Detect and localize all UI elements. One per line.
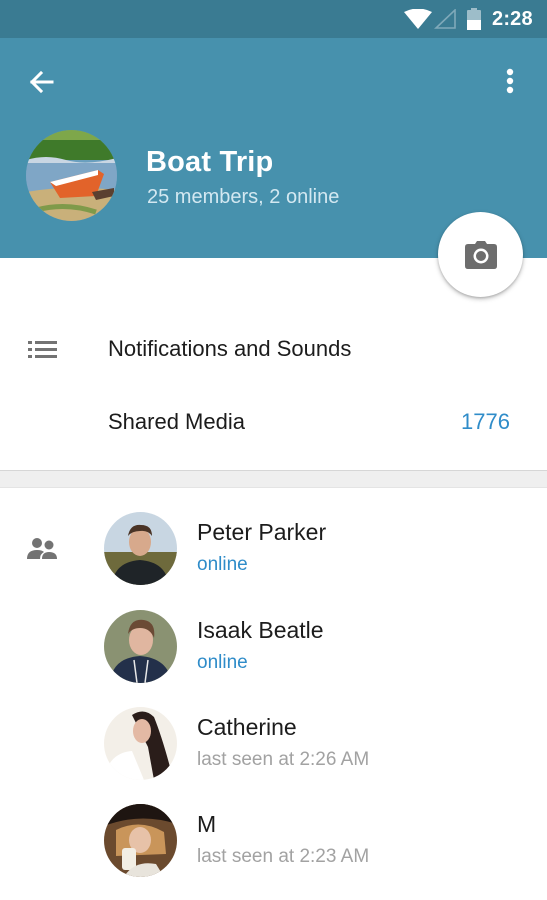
notifications-label: Notifications and Sounds: [108, 336, 352, 361]
camera-icon: [464, 240, 497, 269]
battery-icon: [467, 8, 481, 30]
cell-signal-icon: [434, 9, 456, 29]
member-row[interactable]: Isaak Beatle online: [0, 610, 547, 700]
boat-on-lake-photo: [26, 130, 117, 221]
more-options-button[interactable]: [496, 62, 524, 102]
member-row[interactable]: Catherine last seen at 2:26 AM: [0, 707, 547, 797]
group-member-count: 25 members, 2 online: [147, 186, 340, 208]
member-row[interactable]: M last seen at 2:23 AM: [0, 804, 547, 894]
wifi-icon: [404, 9, 432, 29]
member-name: Isaak Beatle: [197, 617, 324, 643]
member-photo: [104, 707, 177, 780]
member-status: last seen at 2:23 AM: [197, 846, 370, 867]
member-name: M: [197, 811, 217, 837]
more-vertical-icon: [506, 68, 514, 94]
shared-media-item[interactable]: Shared Media 1776: [0, 387, 547, 457]
list-icon: [28, 341, 57, 358]
status-bar: 2:28: [0, 0, 547, 38]
avatar: [104, 610, 177, 683]
member-name: Peter Parker: [197, 519, 327, 545]
member-photo: [104, 610, 177, 683]
set-photo-button[interactable]: [438, 212, 523, 297]
notifications-and-sounds-item[interactable]: Notifications and Sounds: [0, 314, 547, 384]
avatar: [104, 707, 177, 780]
member-row[interactable]: Peter Parker online: [0, 512, 547, 602]
group-title: Boat Trip: [146, 146, 274, 178]
avatar: [104, 512, 177, 585]
member-photo: [104, 512, 177, 585]
member-status: last seen at 2:26 AM: [197, 749, 370, 770]
section-divider: [0, 470, 547, 488]
member-name: Catherine: [197, 714, 297, 740]
group-avatar[interactable]: [26, 130, 117, 221]
status-time: 2:28: [492, 8, 533, 30]
member-photo: [104, 804, 177, 877]
arrow-left-icon: [29, 70, 54, 94]
avatar: [104, 804, 177, 877]
shared-media-count: 1776: [461, 409, 510, 434]
member-status: online: [197, 652, 248, 673]
shared-media-label: Shared Media: [108, 409, 245, 434]
member-status: online: [197, 554, 248, 575]
back-button[interactable]: [22, 62, 62, 102]
